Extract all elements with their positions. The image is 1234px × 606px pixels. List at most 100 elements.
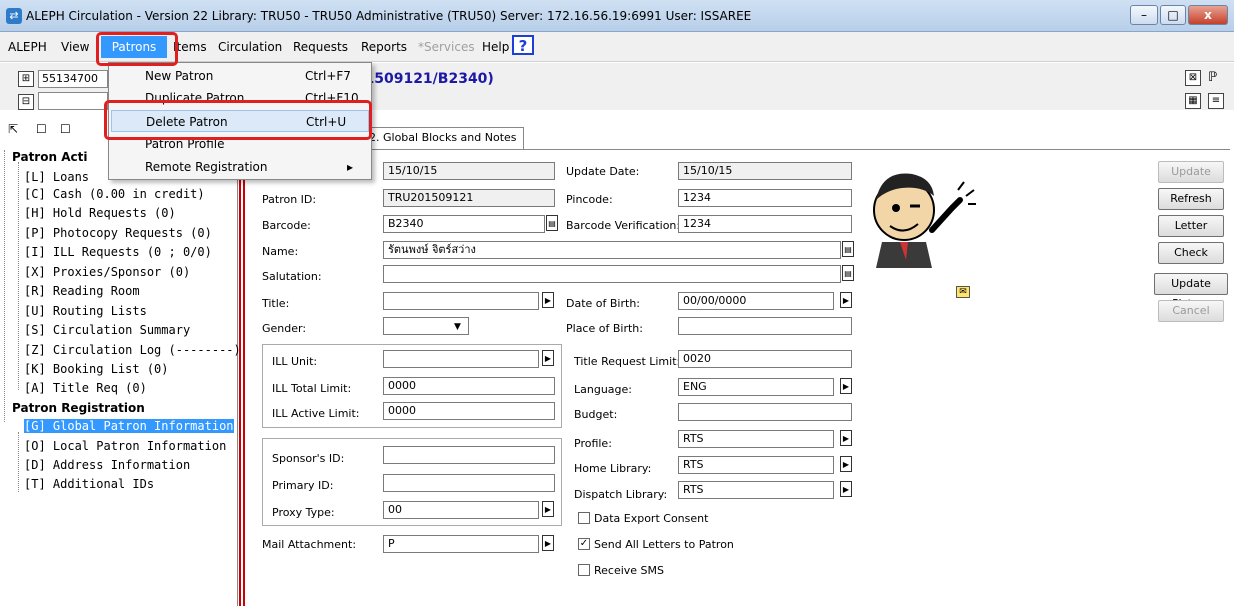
title-field[interactable] — [383, 292, 539, 310]
tree-item-ill-requests[interactable]: [I] ILL Requests (0 ; 0/0) — [24, 245, 212, 259]
cancel-button[interactable]: Cancel — [1158, 300, 1224, 322]
title-request-limit-field[interactable]: 0020 — [678, 350, 852, 368]
language-label: Language: — [574, 383, 632, 396]
menu-item-new-patron[interactable]: New Patron Ctrl+F7 — [111, 65, 369, 87]
budget-field[interactable] — [678, 403, 852, 421]
tree-item-global-patron-information[interactable]: [G] Global Patron Information — [24, 419, 234, 433]
gender-dropdown-icon[interactable]: ▼ — [454, 322, 461, 332]
tab-global-blocks-and-notes[interactable]: 2. Global Blocks and Notes — [362, 127, 524, 149]
tree-tab-other-icon[interactable]: ☐ — [60, 122, 71, 136]
menu-services[interactable]: *Services — [418, 40, 475, 54]
tree-item-cash[interactable]: [C] Cash (0.00 in credit) — [24, 187, 205, 201]
ill-unit-field[interactable] — [383, 350, 539, 368]
tree-item-circulation-summary[interactable]: [S] Circulation Summary — [24, 323, 190, 337]
check-button[interactable]: Check — [1158, 242, 1224, 264]
zoom-icon[interactable]: ⊠ — [1185, 70, 1201, 86]
pincode-field[interactable]: 1234 — [678, 189, 852, 207]
receive-sms-checkbox[interactable] — [578, 564, 590, 576]
budget-label: Budget: — [574, 408, 618, 421]
tree-item-additional-ids[interactable]: [T] Additional IDs — [24, 477, 154, 491]
title-select-icon[interactable]: ▶ — [542, 292, 554, 308]
primary-id-field[interactable] — [383, 474, 555, 492]
info-icon[interactable]: ℙ — [1208, 70, 1217, 85]
barcode-verification-field[interactable]: 1234 — [678, 215, 852, 233]
menu-item-remote-registration[interactable]: Remote Registration ▸ — [111, 156, 369, 178]
proxy-type-select-icon[interactable]: ▶ — [542, 501, 554, 517]
tree-section-patron-registration[interactable]: Patron Registration — [12, 401, 145, 415]
dob-field[interactable]: 00/00/0000 — [678, 292, 834, 310]
menu-view[interactable]: View — [61, 40, 97, 54]
item-search-icon[interactable]: ⊟ — [18, 94, 34, 110]
send-all-letters-checkbox[interactable]: ✓ — [578, 538, 590, 550]
ill-unit-select-icon[interactable]: ▶ — [542, 350, 554, 366]
sponsor-id-field[interactable] — [383, 446, 555, 464]
title-request-limit-label: Title Request Limit: — [574, 355, 681, 368]
calendar-icon[interactable]: ▦ — [1185, 93, 1201, 109]
menu-circulation[interactable]: Circulation — [218, 40, 282, 54]
tree-tab-history-icon[interactable]: ☐ — [36, 122, 47, 136]
menu-reports[interactable]: Reports — [361, 40, 407, 54]
menu-item-label: Remote Registration — [145, 160, 268, 174]
tree-line — [18, 432, 19, 492]
highlight-delete-patron — [104, 100, 372, 140]
maximize-button[interactable]: □ — [1160, 5, 1186, 25]
tree-line — [4, 150, 5, 422]
tree-line — [18, 162, 19, 390]
ill-total-limit-field[interactable]: 0000 — [383, 377, 555, 395]
tree-item-address-information[interactable]: [D] Address Information — [24, 458, 190, 472]
email-icon[interactable]: ✉ — [956, 286, 970, 298]
dispatch-library-field[interactable]: RTS — [678, 481, 834, 499]
tree-tab-expand-icon[interactable]: ⇱ — [8, 122, 18, 136]
close-button[interactable]: x — [1188, 5, 1228, 25]
tree-item-reading-room[interactable]: [R] Reading Room — [24, 284, 140, 298]
tree-item-title-req[interactable]: [A] Title Req (0) — [24, 381, 147, 395]
tree-section-patron-activities[interactable]: Patron Acti — [12, 150, 87, 164]
ill-active-limit-field[interactable]: 0000 — [383, 402, 555, 420]
profile-select-icon[interactable]: ▶ — [840, 430, 852, 446]
menu-requests[interactable]: Requests — [293, 40, 348, 54]
menu-items[interactable]: Items — [173, 40, 207, 54]
list-icon[interactable]: ≡ — [1208, 93, 1224, 109]
menu-item-label: New Patron — [145, 69, 214, 83]
name-label: Name: — [262, 245, 299, 258]
data-export-consent-checkbox[interactable] — [578, 512, 590, 524]
home-library-select-icon[interactable]: ▶ — [840, 456, 852, 472]
letter-button[interactable]: Letter — [1158, 215, 1224, 237]
tree-item-loans[interactable]: [L] Loans — [24, 170, 89, 184]
salutation-edit-icon[interactable]: ▤ — [842, 265, 854, 281]
minimize-button[interactable]: – — [1130, 5, 1158, 25]
name-field[interactable]: รัตนพงษ์ จิตร์สว่าง — [383, 241, 841, 259]
salutation-label: Salutation: — [262, 270, 322, 283]
mail-attachment-field[interactable]: P — [383, 535, 539, 553]
barcode-field[interactable]: B2340 — [383, 215, 545, 233]
update-picture-button[interactable]: Update Picture — [1154, 273, 1228, 310]
tree-item-circulation-log[interactable]: [Z] Circulation Log (--------) — [24, 343, 241, 357]
salutation-field[interactable] — [383, 265, 841, 283]
tree-item-photocopy-requests[interactable]: [P] Photocopy Requests (0) — [24, 226, 212, 240]
barcode-lookup-icon[interactable]: ▤ — [546, 215, 558, 231]
tree-item-hold-requests[interactable]: [H] Hold Requests (0) — [24, 206, 176, 220]
mail-attachment-select-icon[interactable]: ▶ — [542, 535, 554, 551]
name-edit-icon[interactable]: ▤ — [842, 241, 854, 257]
splitter[interactable] — [239, 110, 245, 606]
tree-item-booking-list[interactable]: [K] Booking List (0) — [24, 362, 169, 376]
pob-field[interactable] — [678, 317, 852, 335]
patron-id-field[interactable]: 55134700 — [38, 70, 108, 88]
tree-item-local-patron-information[interactable]: [O] Local Patron Information — [24, 439, 226, 453]
help-icon[interactable]: ? — [512, 35, 534, 55]
item-barcode-field[interactable] — [38, 92, 108, 110]
proxy-type-field[interactable]: 00 — [383, 501, 539, 519]
update-button[interactable]: Update — [1158, 161, 1224, 183]
language-select-icon[interactable]: ▶ — [840, 378, 852, 394]
home-library-field[interactable]: RTS — [678, 456, 834, 474]
language-field[interactable]: ENG — [678, 378, 834, 396]
dispatch-library-select-icon[interactable]: ▶ — [840, 481, 852, 497]
tree-item-routing-lists[interactable]: [U] Routing Lists — [24, 304, 147, 318]
patron-search-icon[interactable]: ⊞ — [18, 71, 34, 87]
dob-select-icon[interactable]: ▶ — [840, 292, 852, 308]
menu-aleph[interactable]: ALEPH — [8, 40, 47, 54]
tree-item-proxies-sponsor[interactable]: [X] Proxies/Sponsor (0) — [24, 265, 190, 279]
refresh-button[interactable]: Refresh — [1158, 188, 1224, 210]
profile-field[interactable]: RTS — [678, 430, 834, 448]
menu-help[interactable]: Help — [482, 40, 509, 54]
